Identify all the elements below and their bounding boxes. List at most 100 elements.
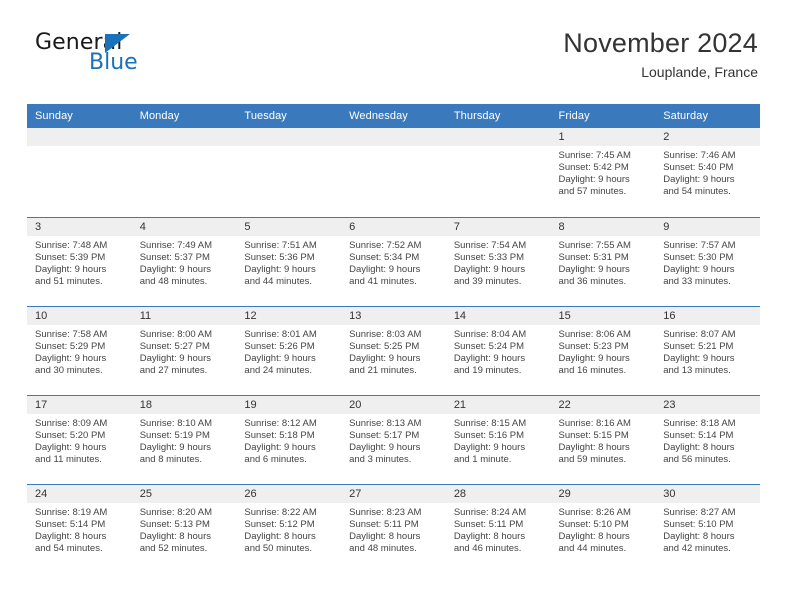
daylight-duration-line1: Daylight: 9 hours [139, 352, 211, 364]
calendar-day-cell[interactable]: 18 Sunrise: 8:10 AM Sunset: 5:19 PM Dayligh… [131, 394, 237, 484]
daylight-duration-line1: Daylight: 8 hours [349, 530, 421, 542]
calendar-day-cell[interactable]: 23 Sunrise: 8:18 AM Sunset: 5:14 PM Dayligh… [655, 394, 760, 484]
day-number: 18 [131, 395, 237, 414]
sunset-time: Sunset: 5:18 PM [244, 429, 315, 441]
sunrise-sunset-calendar-table: Sunday Monday Tuesday Wednesday Thursday… [27, 104, 760, 573]
calendar-day-cell[interactable]: 24 Sunrise: 8:19 AM Sunset: 5:14 PM Dayligh… [27, 483, 132, 573]
day-cell-details: Sunrise: 8:03 AM Sunset: 5:25 PM Daylight:… [341, 325, 446, 377]
sunrise-time: Sunrise: 8:01 AM [244, 328, 317, 340]
day-cell-inner: 15 Sunrise: 8:06 AM Sunset: 5:23 PM Dayligh… [550, 306, 656, 395]
sunrise-time: Sunrise: 8:07 AM [663, 328, 736, 340]
sunrise-time: Sunrise: 8:16 AM [558, 417, 631, 429]
sunrise-time: Sunrise: 8:12 AM [244, 417, 317, 429]
calendar-day-cell[interactable]: 19 Sunrise: 8:12 AM Sunset: 5:18 PM Dayligh… [236, 394, 342, 484]
daylight-duration-line2: and 59 minutes. [558, 453, 627, 465]
sunrise-time: Sunrise: 8:24 AM [453, 506, 527, 518]
calendar-day-cell[interactable]: 9 Sunrise: 7:57 AM Sunset: 5:30 PM Daylight… [655, 216, 760, 306]
daylight-duration-line1: Daylight: 9 hours [663, 174, 735, 186]
sunrise-time: Sunrise: 8:18 AM [663, 417, 736, 429]
title-block: November 2024 Louplande, France [563, 28, 758, 81]
sunrise-time: Sunrise: 7:58 AM [35, 328, 108, 340]
day-number: 10 [27, 306, 132, 325]
calendar-day-cell[interactable]: 14 Sunrise: 8:04 AM Sunset: 5:24 PM Dayligh… [445, 305, 551, 395]
daylight-duration-line2: and 11 minutes. [35, 453, 102, 465]
day-cell-inner: 4 Sunrise: 7:49 AM Sunset: 5:37 PM Daylight… [131, 217, 237, 306]
day-number: 4 [131, 217, 237, 236]
daylight-duration-line2: and 46 minutes. [453, 542, 522, 554]
weekday-header-row: Sunday Monday Tuesday Wednesday Thursday… [27, 104, 760, 128]
day-cell-details: Sunrise: 8:12 AM Sunset: 5:18 PM Daylight:… [236, 414, 341, 466]
day-cell-inner: 30 Sunrise: 8:27 AM Sunset: 5:10 PM Dayligh… [655, 484, 760, 574]
day-cell-inner: 19 Sunrise: 8:12 AM Sunset: 5:18 PM Dayligh… [236, 395, 342, 484]
calendar-day-cell[interactable]: 25 Sunrise: 8:20 AM Sunset: 5:13 PM Dayligh… [131, 483, 237, 573]
calendar-day-cell[interactable]: 29 Sunrise: 8:26 AM Sunset: 5:10 PM Dayligh… [550, 483, 656, 573]
day-cell-inner [27, 128, 132, 217]
daylight-duration-line1: Daylight: 9 hours [663, 263, 735, 275]
sunrise-time: Sunrise: 8:20 AM [139, 506, 213, 518]
calendar-week-row: 3 Sunrise: 7:48 AM Sunset: 5:39 PM Daylight… [27, 216, 760, 306]
daylight-duration-line2: and 44 minutes. [558, 542, 627, 554]
calendar-day-cell[interactable]: 7 Sunrise: 7:54 AM Sunset: 5:33 PM Daylight… [445, 216, 551, 306]
calendar-day-cell[interactable]: 2 Sunrise: 7:46 AM Sunset: 5:40 PM Daylight… [655, 128, 760, 217]
sunset-time: Sunset: 5:26 PM [244, 340, 315, 352]
daylight-duration-line1: Daylight: 9 hours [453, 263, 526, 275]
calendar-day-cell[interactable]: 11 Sunrise: 8:00 AM Sunset: 5:27 PM Dayligh… [131, 305, 237, 395]
day-number: 3 [27, 217, 132, 236]
daylight-duration-line2: and 6 minutes. [244, 453, 307, 465]
sunset-time: Sunset: 5:16 PM [453, 429, 525, 441]
day-cell-inner: 8 Sunrise: 7:55 AM Sunset: 5:31 PM Daylight… [550, 217, 656, 306]
sunrise-time: Sunrise: 7:46 AM [663, 150, 736, 161]
calendar-day-cell[interactable]: 5 Sunrise: 7:51 AM Sunset: 5:36 PM Daylight… [236, 216, 342, 306]
calendar-day-cell[interactable]: 4 Sunrise: 7:49 AM Sunset: 5:37 PM Daylight… [131, 216, 237, 306]
calendar-day-cell[interactable]: 27 Sunrise: 8:23 AM Sunset: 5:11 PM Dayligh… [341, 483, 446, 573]
calendar-day-cell[interactable]: 12 Sunrise: 8:01 AM Sunset: 5:26 PM Dayligh… [236, 305, 342, 395]
daylight-duration-line1: Daylight: 8 hours [453, 530, 526, 542]
day-number: 22 [550, 395, 656, 414]
calendar-day-cell[interactable]: 17 Sunrise: 8:09 AM Sunset: 5:20 PM Dayligh… [27, 394, 132, 484]
calendar-day-cell[interactable]: 10 Sunrise: 7:58 AM Sunset: 5:29 PM Dayligh… [27, 305, 132, 395]
calendar-day-cell[interactable]: 15 Sunrise: 8:06 AM Sunset: 5:23 PM Dayligh… [550, 305, 656, 395]
day-number: 24 [27, 484, 132, 503]
day-cell-details: Sunrise: 8:09 AM Sunset: 5:20 PM Daylight:… [27, 414, 132, 466]
day-cell-inner: 7 Sunrise: 7:54 AM Sunset: 5:33 PM Daylight… [445, 217, 551, 306]
calendar-day-cell[interactable]: 28 Sunrise: 8:24 AM Sunset: 5:11 PM Dayligh… [445, 483, 551, 573]
calendar-header-row-group: Sunday Monday Tuesday Wednesday Thursday… [27, 104, 760, 128]
calendar-day-cell-empty [236, 128, 342, 217]
day-cell-inner: 21 Sunrise: 8:15 AM Sunset: 5:16 PM Dayligh… [445, 395, 551, 484]
general-blue-logo[interactable]: General Blue [27, 28, 147, 80]
daylight-duration-line1: Daylight: 9 hours [244, 352, 316, 364]
calendar-day-cell[interactable]: 6 Sunrise: 7:52 AM Sunset: 5:34 PM Daylight… [341, 216, 446, 306]
day-number: 2 [655, 128, 760, 146]
day-cell-details: Sunrise: 8:26 AM Sunset: 5:10 PM Daylight:… [551, 503, 656, 555]
calendar-day-cell[interactable]: 30 Sunrise: 8:27 AM Sunset: 5:10 PM Dayligh… [655, 483, 760, 574]
calendar-day-cell[interactable]: 1 Sunrise: 7:45 AM Sunset: 5:42 PM Daylight… [550, 128, 656, 217]
daylight-duration-line2: and 8 minutes. [139, 453, 203, 465]
calendar-day-cell[interactable]: 16 Sunrise: 8:07 AM Sunset: 5:21 PM Dayligh… [655, 305, 760, 395]
sunrise-time: Sunrise: 8:15 AM [453, 417, 527, 429]
day-cell-inner: 9 Sunrise: 7:57 AM Sunset: 5:30 PM Daylight… [655, 217, 760, 306]
sunset-time: Sunset: 5:33 PM [453, 251, 525, 263]
day-cell-inner: 6 Sunrise: 7:52 AM Sunset: 5:34 PM Daylight… [341, 217, 446, 306]
sunset-time: Sunset: 5:39 PM [35, 251, 106, 263]
daylight-duration-line1: Daylight: 9 hours [558, 263, 630, 275]
weekday-header-saturday: Saturday [655, 104, 760, 128]
calendar-day-cell[interactable]: 3 Sunrise: 7:48 AM Sunset: 5:39 PM Daylight… [27, 216, 132, 306]
day-number: 20 [341, 395, 446, 414]
daylight-duration-line2: and 42 minutes. [663, 542, 731, 554]
daylight-duration-line1: Daylight: 9 hours [139, 441, 211, 453]
daylight-duration-line2: and 51 minutes. [35, 275, 103, 287]
sunrise-time: Sunrise: 7:57 AM [663, 239, 736, 251]
day-number: 9 [655, 217, 760, 236]
daylight-duration-line2: and 56 minutes. [663, 453, 731, 465]
calendar-day-cell[interactable]: 20 Sunrise: 8:13 AM Sunset: 5:17 PM Dayligh… [341, 394, 446, 484]
sunset-time: Sunset: 5:10 PM [663, 518, 734, 530]
daylight-duration-line2: and 24 minutes. [244, 364, 313, 376]
day-number: 29 [550, 484, 656, 503]
sunset-time: Sunset: 5:36 PM [244, 251, 315, 263]
calendar-day-cell[interactable]: 26 Sunrise: 8:22 AM Sunset: 5:12 PM Dayligh… [236, 483, 342, 573]
calendar-day-cell[interactable]: 22 Sunrise: 8:16 AM Sunset: 5:15 PM Dayligh… [550, 394, 656, 484]
calendar-day-cell[interactable]: 13 Sunrise: 8:03 AM Sunset: 5:25 PM Dayligh… [341, 305, 446, 395]
calendar-day-cell[interactable]: 8 Sunrise: 7:55 AM Sunset: 5:31 PM Daylight… [550, 216, 656, 306]
calendar-day-cell[interactable]: 21 Sunrise: 8:15 AM Sunset: 5:16 PM Dayligh… [445, 394, 551, 484]
daylight-duration-line2: and 39 minutes. [453, 275, 522, 287]
